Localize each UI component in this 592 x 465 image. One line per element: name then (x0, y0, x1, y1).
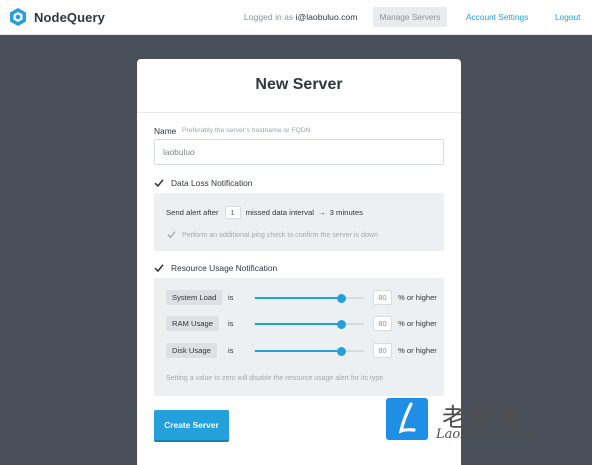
send-alert-prefix: Send alert after (166, 208, 219, 217)
data-loss-panel: Send alert after 1 missed data interval … (154, 193, 444, 251)
usage-suffix: % or higher (398, 293, 437, 302)
send-alert-line: Send alert after 1 missed data interval … (166, 206, 363, 219)
slider-thumb[interactable] (336, 294, 346, 303)
laobuluo-badge-icon (386, 398, 428, 440)
usage-tag: Disk Usage (166, 343, 217, 358)
usage-value-input[interactable]: 80 (373, 343, 392, 358)
arrow-right-icon: → (317, 208, 326, 217)
usage-is-word: is (228, 319, 234, 328)
usage-slider[interactable] (254, 320, 364, 329)
usage-suffix: % or higher (398, 319, 437, 328)
missed-interval-suffix: missed data interval (245, 208, 314, 217)
slider-fill (255, 323, 342, 325)
nav-account-settings[interactable]: Account Settings (466, 12, 528, 22)
top-navbar: NodeQuery Logged in as i@laobuluo.com Ma… (0, 0, 592, 35)
data-loss-label: Data Loss Notification (171, 178, 253, 188)
checkmark-icon (167, 231, 176, 239)
usage-is-word: is (228, 293, 234, 302)
nav-manage-servers[interactable]: Manage Servers (373, 7, 447, 27)
usage-tag: RAM Usage (166, 316, 219, 331)
nav-logout[interactable]: Logout (555, 12, 580, 22)
ping-check-label: Perform an additional ping check to conf… (182, 230, 378, 239)
watermark-latin: LaoBuLuo.com (436, 427, 535, 442)
usage-row-disk: Disk Usage is 80 % or higher (166, 343, 438, 359)
server-name-input[interactable] (154, 139, 444, 165)
usage-note: Setting a value to zero will disable the… (166, 375, 384, 382)
usage-slider[interactable] (254, 347, 364, 356)
title-divider (137, 112, 461, 113)
name-label: Name (154, 126, 177, 136)
create-server-button[interactable]: Create Server (154, 410, 229, 440)
resource-usage-label: Resource Usage Notification (171, 263, 278, 273)
l-letter-icon (398, 402, 416, 434)
alert-delay-result: 3 minutes (329, 208, 363, 217)
checkmark-icon (154, 264, 164, 273)
slider-thumb[interactable] (336, 320, 346, 329)
resource-usage-panel: System Load is 80 % or higher RAM Usage … (154, 278, 444, 396)
usage-value-input[interactable]: 80 (373, 290, 392, 305)
ping-check-toggle[interactable]: Perform an additional ping check to conf… (167, 230, 378, 239)
usage-is-word: is (228, 346, 234, 355)
usage-value-input[interactable]: 80 (373, 316, 392, 331)
slider-fill (255, 297, 342, 299)
logged-in-status: Logged in as i@laobuluo.com (244, 12, 357, 22)
slider-thumb[interactable] (336, 347, 346, 356)
data-loss-toggle[interactable]: Data Loss Notification (154, 178, 252, 188)
missed-interval-input[interactable]: 1 (224, 206, 241, 219)
page-title: New Server (255, 76, 343, 93)
logged-in-prefix: Logged in as (244, 12, 294, 22)
usage-row-system-load: System Load is 80 % or higher (166, 290, 438, 306)
brand-logo[interactable]: NodeQuery (9, 7, 105, 27)
nodequery-hexagon-logo-icon (10, 8, 26, 26)
checkmark-icon (154, 179, 164, 188)
brand-name: NodeQuery (34, 9, 105, 25)
slider-fill (255, 350, 342, 352)
usage-suffix: % or higher (398, 346, 437, 355)
user-email: i@laobuluo.com (295, 12, 358, 22)
usage-row-ram: RAM Usage is 80 % or higher (166, 316, 438, 332)
resource-usage-toggle[interactable]: Resource Usage Notification (154, 263, 277, 273)
usage-slider[interactable] (254, 294, 364, 303)
watermark: 老部落 LaoBuLuo.com (386, 398, 576, 442)
name-hint: Preferably the server's hostname or FQDN (182, 127, 311, 134)
usage-tag: System Load (166, 290, 223, 305)
